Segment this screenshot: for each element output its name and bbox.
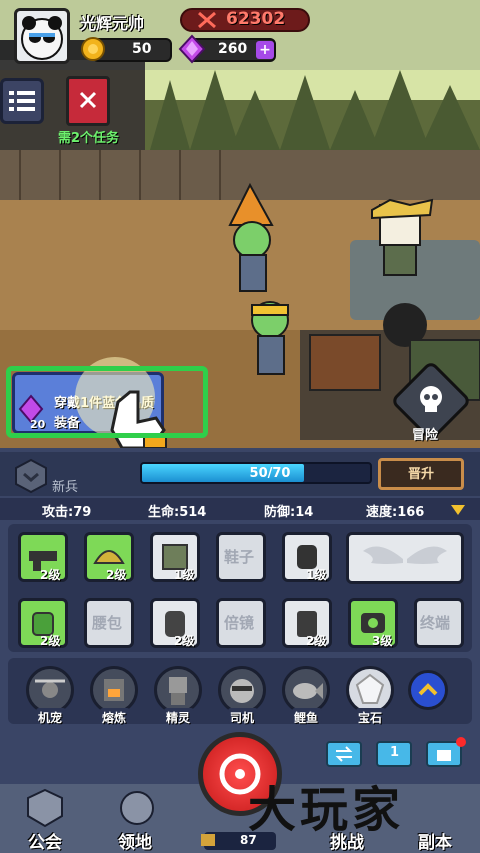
companion-label: 精灵 xyxy=(166,711,191,725)
companion-driver[interactable] xyxy=(218,666,266,714)
slot-level: 2级 xyxy=(106,568,127,582)
slot-level: 2级 xyxy=(40,634,61,648)
furnace-icon xyxy=(104,679,124,701)
slot-level: 3级 xyxy=(372,634,393,648)
companion-label: 机宠 xyxy=(38,711,63,725)
drone-icon xyxy=(35,679,65,698)
purple-gem-icon xyxy=(178,34,206,64)
slot-level: 1级 xyxy=(174,568,195,582)
slot-name: 鞋子 xyxy=(224,548,255,566)
companion-label: 宝石 xyxy=(358,711,383,725)
task-book-button[interactable] xyxy=(66,76,110,126)
companion-carp[interactable] xyxy=(282,666,330,714)
stat-attack: 攻击:79 xyxy=(42,505,92,520)
slot-level: 2级 xyxy=(40,568,61,582)
companion-label: 熔炼 xyxy=(102,711,127,725)
slot-level: 2级 xyxy=(306,634,327,648)
zombie-head-icon xyxy=(120,791,154,825)
task-requirement-text: 需2个任务 xyxy=(58,131,120,146)
wings-icon xyxy=(363,546,447,564)
stamina-icon xyxy=(201,834,215,846)
player-name: 光辉元帅 xyxy=(80,14,145,33)
equip-slot-wings[interactable] xyxy=(346,532,464,584)
rank-badge-icon xyxy=(15,458,47,494)
adventure-label: 冒险 xyxy=(412,428,439,443)
nav-label: 公会 xyxy=(28,833,62,853)
gold-coin-icon xyxy=(81,37,105,61)
notification-dot xyxy=(456,737,466,747)
fish-icon xyxy=(293,683,323,699)
swap-arrows-icon xyxy=(335,746,353,762)
lock-count: 1 xyxy=(390,745,400,760)
driver-icon xyxy=(230,679,254,703)
slot-name: 腰包 xyxy=(92,614,123,632)
companion-pet[interactable] xyxy=(26,666,74,714)
gem-value: 260 xyxy=(218,41,248,57)
robot-icon xyxy=(169,677,187,705)
chevron-up-icon xyxy=(418,683,438,696)
swap-button[interactable] xyxy=(326,741,362,767)
book-icon xyxy=(79,91,97,109)
white-gem-icon xyxy=(355,673,385,704)
nav-label: 副本 xyxy=(418,833,452,853)
add-gem-button[interactable]: + xyxy=(256,41,274,59)
stat-hp: 生命:514 xyxy=(148,505,207,520)
gold-value: 50 xyxy=(132,41,152,57)
power-value: 62302 xyxy=(226,9,286,29)
expand-triangle-icon[interactable] xyxy=(450,504,466,516)
list-menu-icon xyxy=(9,91,35,111)
stat-defense: 防御:14 xyxy=(264,505,314,520)
bag-icon xyxy=(437,750,451,761)
rank-title: 新兵 xyxy=(52,480,79,495)
slot-name: 终端 xyxy=(420,614,451,632)
crossed-swords-icon xyxy=(198,11,216,29)
companion-label: 司机 xyxy=(230,711,255,725)
menu-button[interactable] xyxy=(0,78,44,124)
skull-icon xyxy=(420,386,442,412)
xp-text: 50/70 xyxy=(249,466,291,481)
watermark: 大玩家 xyxy=(248,782,405,838)
collapse-button[interactable] xyxy=(408,670,448,710)
nav-label: 领地 xyxy=(118,833,152,853)
guild-icon xyxy=(27,788,63,828)
player-avatar[interactable] xyxy=(14,8,70,64)
companion-spirit[interactable] xyxy=(154,666,202,714)
stat-speed: 速度:166 xyxy=(366,505,425,520)
companion-gem[interactable] xyxy=(346,666,394,714)
companion-smelt[interactable] xyxy=(90,666,138,714)
companion-label: 鲤鱼 xyxy=(294,711,319,725)
slot-level: 1级 xyxy=(306,568,327,582)
panda-avatar-icon xyxy=(21,16,63,60)
quest-highlight-frame xyxy=(6,366,208,438)
slot-level: 2级 xyxy=(174,634,195,648)
slot-name: 倍镜 xyxy=(224,614,255,632)
promote-label: 晋升 xyxy=(407,467,434,482)
